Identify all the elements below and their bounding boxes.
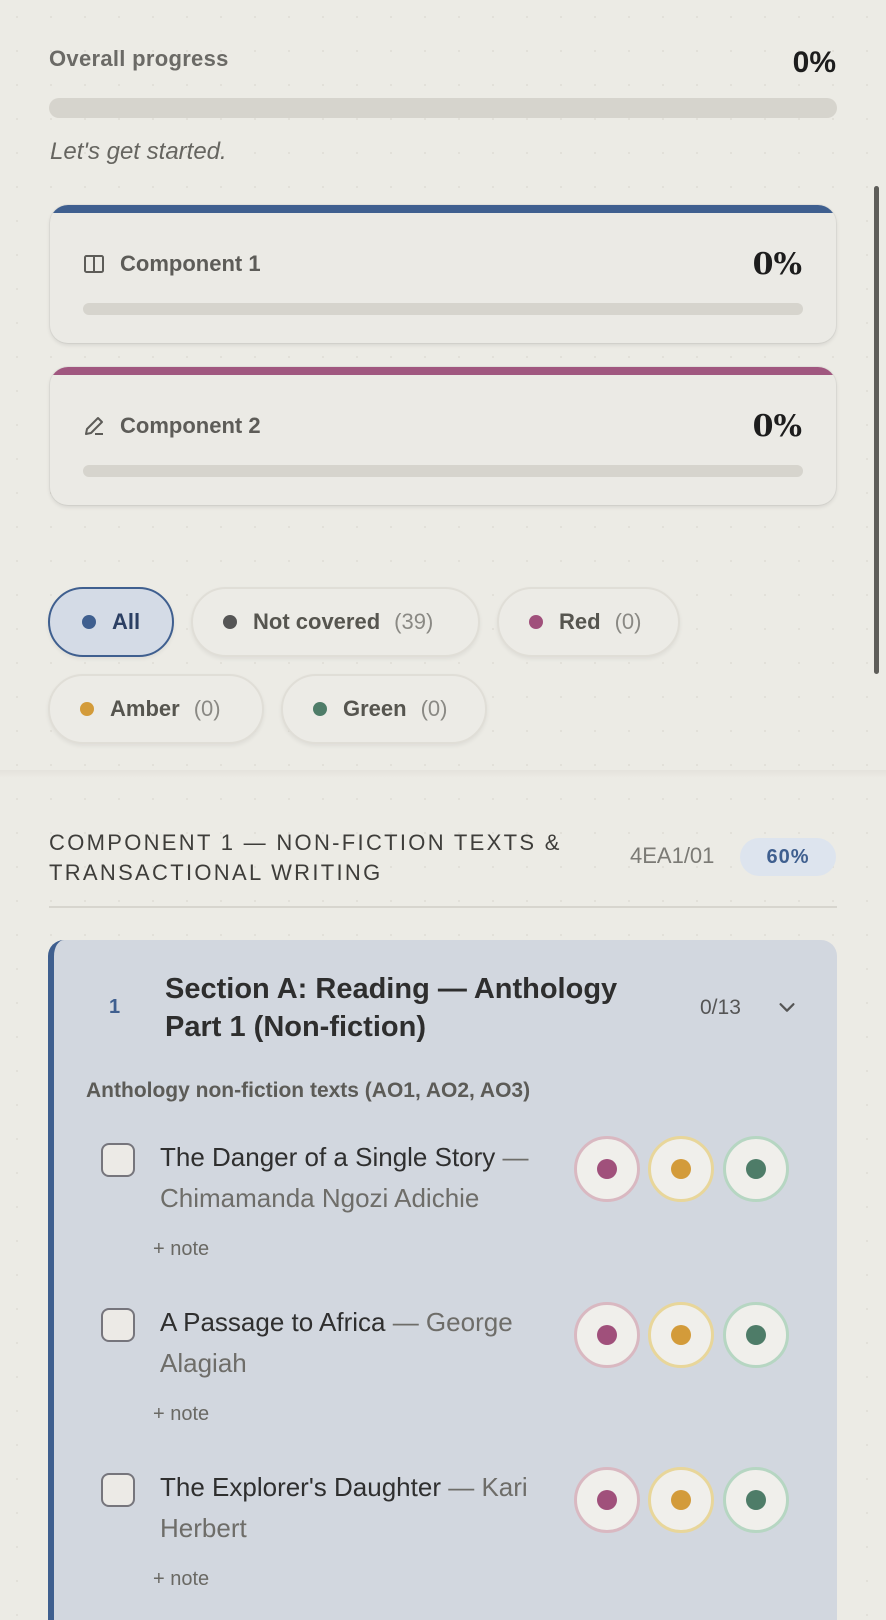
filter-all-chip[interactable]: All bbox=[48, 587, 174, 657]
overall-progress-percent: 0% bbox=[792, 46, 836, 79]
item-checkbox[interactable] bbox=[101, 1308, 135, 1342]
item-checkbox[interactable] bbox=[101, 1473, 135, 1507]
rag-green-button[interactable] bbox=[723, 1136, 789, 1202]
rag-red-button[interactable] bbox=[574, 1136, 640, 1202]
rag-green-button[interactable] bbox=[723, 1467, 789, 1533]
filter-green-count: (0) bbox=[420, 696, 448, 721]
section-count: 0/13 bbox=[700, 996, 741, 1019]
item-title: The Danger of a Single Story — Chimamand… bbox=[160, 1137, 560, 1219]
component-2-accent-bar bbox=[50, 367, 836, 375]
filter-red-count: (0) bbox=[614, 609, 642, 634]
section-weight-badge: 60% bbox=[740, 838, 836, 876]
rag-amber-button[interactable] bbox=[648, 1302, 714, 1368]
filter-green-label: Green bbox=[343, 696, 407, 721]
progress-message: Let's get started. bbox=[50, 138, 227, 165]
pencil-icon bbox=[85, 417, 103, 435]
rag-amber-dot bbox=[671, 1490, 691, 1510]
filter-not-covered-dot bbox=[223, 615, 237, 629]
rag-green-dot bbox=[746, 1490, 766, 1510]
add-note-link[interactable]: + note bbox=[153, 1238, 209, 1261]
rag-amber-button[interactable] bbox=[648, 1136, 714, 1202]
component-2-card[interactable]: Component 2 0% bbox=[50, 367, 836, 505]
item-checkbox[interactable] bbox=[101, 1143, 135, 1177]
filter-green-chip[interactable]: Green (0) bbox=[281, 674, 487, 744]
component-1-card[interactable]: Component 1 0% bbox=[50, 205, 836, 343]
rag-red-dot bbox=[597, 1159, 617, 1179]
item-title-text: A Passage to Africa bbox=[160, 1307, 386, 1337]
filter-red-dot bbox=[529, 615, 543, 629]
section-divider bbox=[49, 906, 837, 908]
component-1-name: Component 1 bbox=[120, 251, 261, 276]
filter-amber-chip[interactable]: Amber (0) bbox=[48, 674, 264, 744]
sticky-header-divider bbox=[0, 770, 886, 778]
rag-red-button[interactable] bbox=[574, 1302, 640, 1368]
section-code: 4EA1/01 bbox=[630, 843, 715, 868]
rag-green-dot bbox=[746, 1159, 766, 1179]
scrollbar[interactable] bbox=[874, 186, 879, 674]
section-number: 1 bbox=[109, 996, 121, 1018]
rag-amber-dot bbox=[671, 1325, 691, 1345]
component-2-percent: 0% bbox=[752, 409, 802, 444]
rag-green-button[interactable] bbox=[723, 1302, 789, 1368]
overall-progress-bar bbox=[49, 98, 837, 118]
section-heading: COMPONENT 1 — NON-FICTION TEXTS & TRANSA… bbox=[49, 830, 562, 885]
filter-not-covered-label: Not covered bbox=[253, 609, 381, 634]
book-open-icon bbox=[84, 255, 104, 273]
chevron-down-icon[interactable] bbox=[776, 996, 798, 1018]
item-title: The Explorer's Daughter — Kari Herbert bbox=[160, 1467, 560, 1549]
group-label: Anthology non-fiction texts (AO1, AO2, A… bbox=[86, 1079, 531, 1102]
item-title-text: The Danger of a Single Story bbox=[160, 1142, 496, 1172]
filter-not-covered-count: (39) bbox=[394, 609, 434, 634]
component-1-progress-bar bbox=[83, 303, 803, 315]
component-2-name: Component 2 bbox=[120, 413, 261, 438]
component-1-accent-bar bbox=[50, 205, 836, 213]
filter-red-label: Red bbox=[559, 609, 601, 634]
item-title: A Passage to Africa — George Alagiah bbox=[160, 1302, 560, 1384]
filter-all-label: All bbox=[112, 609, 141, 634]
filter-amber-count: (0) bbox=[193, 696, 221, 721]
rag-green-dot bbox=[746, 1325, 766, 1345]
filter-red-chip[interactable]: Red (0) bbox=[497, 587, 680, 657]
filter-not-covered-chip[interactable]: Not covered (39) bbox=[191, 587, 480, 657]
rag-red-dot bbox=[597, 1325, 617, 1345]
filter-amber-label: Amber bbox=[110, 696, 180, 721]
rag-red-dot bbox=[597, 1490, 617, 1510]
rag-amber-button[interactable] bbox=[648, 1467, 714, 1533]
filter-green-dot bbox=[313, 702, 327, 716]
rag-red-button[interactable] bbox=[574, 1467, 640, 1533]
item-title-text: The Explorer's Daughter bbox=[160, 1472, 441, 1502]
component-1-percent: 0% bbox=[752, 247, 802, 282]
section-title[interactable]: Section A: Reading — Anthology Part 1 (N… bbox=[165, 970, 665, 1046]
overall-progress-label: Overall progress bbox=[49, 46, 229, 71]
add-note-link[interactable]: + note bbox=[153, 1403, 209, 1426]
add-note-link[interactable]: + note bbox=[153, 1568, 209, 1591]
filter-all-dot bbox=[82, 615, 96, 629]
component-2-progress-bar bbox=[83, 465, 803, 477]
rag-amber-dot bbox=[671, 1159, 691, 1179]
filter-amber-dot bbox=[80, 702, 94, 716]
